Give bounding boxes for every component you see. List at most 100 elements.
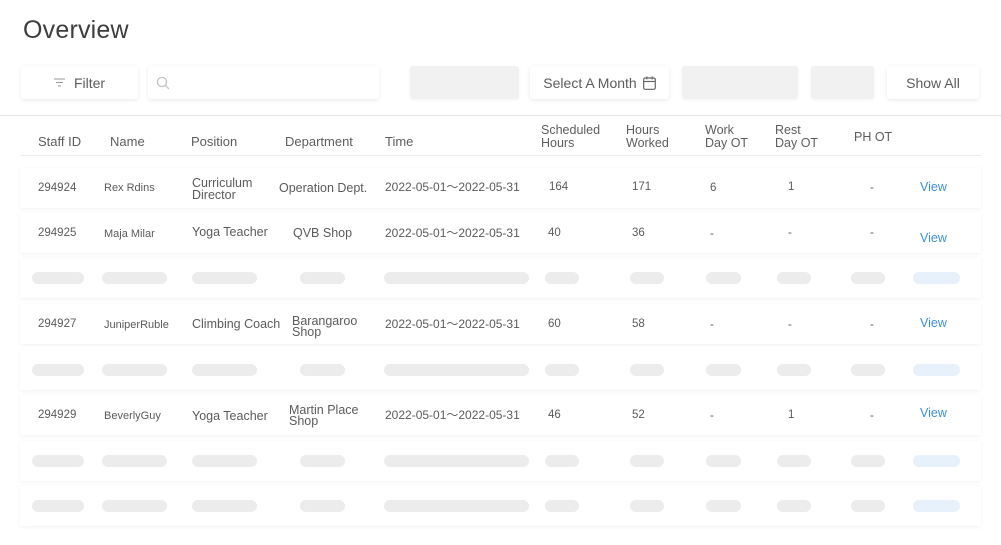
header-scheduled-line2: Hours [541,136,575,150]
skeleton-bar [913,500,960,512]
header-name[interactable]: Name [110,135,145,148]
skeleton-bar [777,364,811,376]
cell-time: 2022-05-01～2022-05-31 [385,408,520,422]
skeleton-bar [706,272,741,284]
header-time[interactable]: Time [385,135,413,148]
header-staff-id[interactable]: Staff ID [38,135,81,148]
skeleton-bar [192,500,257,512]
header-rest-day-ot[interactable]: Rest Day OT [775,124,818,150]
cell-position: Yoga Teacher [192,409,268,423]
skeleton-bar [300,500,345,512]
cell-staff-id: 294929 [38,409,77,421]
skeleton-bar [192,455,257,467]
cell-rest-day-ot: 1 [788,181,795,193]
skeleton-bar [192,364,257,376]
table-row[interactable]: 294929 BeverlyGuy Yoga Teacher Martin Pl… [20,395,981,435]
skeleton-bar [851,364,885,376]
skeleton-bar [102,364,167,376]
skeleton-bar [777,500,811,512]
filter-button[interactable]: Filter [21,66,138,99]
skeleton-bar [913,272,960,284]
header-hours-worked[interactable]: Hours Worked [626,124,669,150]
search-field[interactable] [148,66,379,99]
cell-hours-worked: 171 [632,181,652,193]
header-work-day-ot[interactable]: Work Day OT [705,124,748,150]
skeleton-bar [192,272,257,284]
cell-hours-worked: 58 [632,318,645,330]
header-worked-line2: Worked [626,136,669,150]
view-link[interactable]: View [920,181,947,194]
skeleton-bar [545,272,579,284]
skeleton-bar [545,364,579,376]
skeleton-bar [777,455,811,467]
cell-rest-day-ot: - [788,319,792,331]
page-title: Overview [23,16,129,44]
filter-placeholder-2 [682,66,798,99]
view-link[interactable]: View [920,317,947,330]
skeleton-bar [706,455,741,467]
skeleton-bar [545,500,579,512]
skeleton-bar [630,455,664,467]
cell-name: Rex Rdins [104,182,155,194]
show-all-button[interactable]: Show All [887,66,979,99]
cell-position-line2: Director [192,188,236,202]
header-ph-ot[interactable]: PH OT [854,131,892,144]
skeleton-bar [32,272,84,284]
table-row[interactable]: 294924 Rex Rdins Curriculum Director Ope… [20,168,981,208]
skeleton-bar [913,364,960,376]
select-month-label: Select A Month [543,74,637,91]
skeleton-bar [102,500,167,512]
cell-ph-ot: - [870,319,874,331]
skeleton-bar [851,272,885,284]
cell-department-line2: Shop [289,414,319,428]
cell-position: Yoga Teacher [192,225,268,239]
skeleton-bar [32,364,84,376]
search-icon [156,76,170,89]
filter-icon [53,78,65,87]
skeleton-bar [32,455,84,467]
view-link[interactable]: View [920,232,947,245]
cell-ph-ot: - [870,182,874,194]
cell-position: Curriculum Director [192,177,252,202]
filter-placeholder-3 [811,66,874,99]
header-position[interactable]: Position [191,135,237,148]
skeleton-bar [706,500,741,512]
cell-scheduled-hours: 40 [548,227,561,239]
skeleton-bar [300,272,345,284]
skeleton-bar [32,500,84,512]
skeleton-bar [384,364,529,376]
cell-hours-worked: 52 [632,409,645,421]
cell-scheduled-hours: 164 [549,181,569,193]
skeleton-bar [777,272,811,284]
skeleton-bar [300,455,345,467]
cell-rest-day-ot: - [788,227,792,239]
table-row-loading [20,258,981,298]
show-all-label: Show All [906,74,960,91]
header-scheduled-hours[interactable]: Scheduled Hours [541,124,600,150]
skeleton-bar [102,455,167,467]
cell-name: JuniperRuble [104,319,169,331]
cell-ph-ot: - [870,410,874,422]
search-input[interactable] [176,75,371,90]
filter-placeholder-1 [410,66,519,99]
cell-hours-worked: 36 [632,227,645,239]
cell-rest-day-ot: 1 [788,409,795,421]
table-row[interactable]: 294925 Maja Milar Yoga Teacher QVB Shop … [20,213,981,253]
table-row[interactable]: 294927 JuniperRuble Climbing Coach Baran… [20,304,981,344]
cell-ph-ot: - [870,227,874,239]
skeleton-bar [630,364,664,376]
cell-department-line2: Shop [292,325,322,339]
skeleton-bar [630,272,664,284]
view-link[interactable]: View [920,407,947,420]
table-row-loading [20,350,981,390]
skeleton-bar [384,455,529,467]
skeleton-bar [384,272,529,284]
skeleton-bar [300,364,345,376]
cell-time: 2022-05-01～2022-05-31 [385,317,520,331]
cell-work-day-ot: - [710,228,714,240]
cell-name: BeverlyGuy [104,410,161,422]
cell-work-day-ot: - [710,319,714,331]
select-month-button[interactable]: Select A Month [530,66,669,99]
cell-position: Climbing Coach [192,317,281,331]
header-department[interactable]: Department [285,135,353,148]
